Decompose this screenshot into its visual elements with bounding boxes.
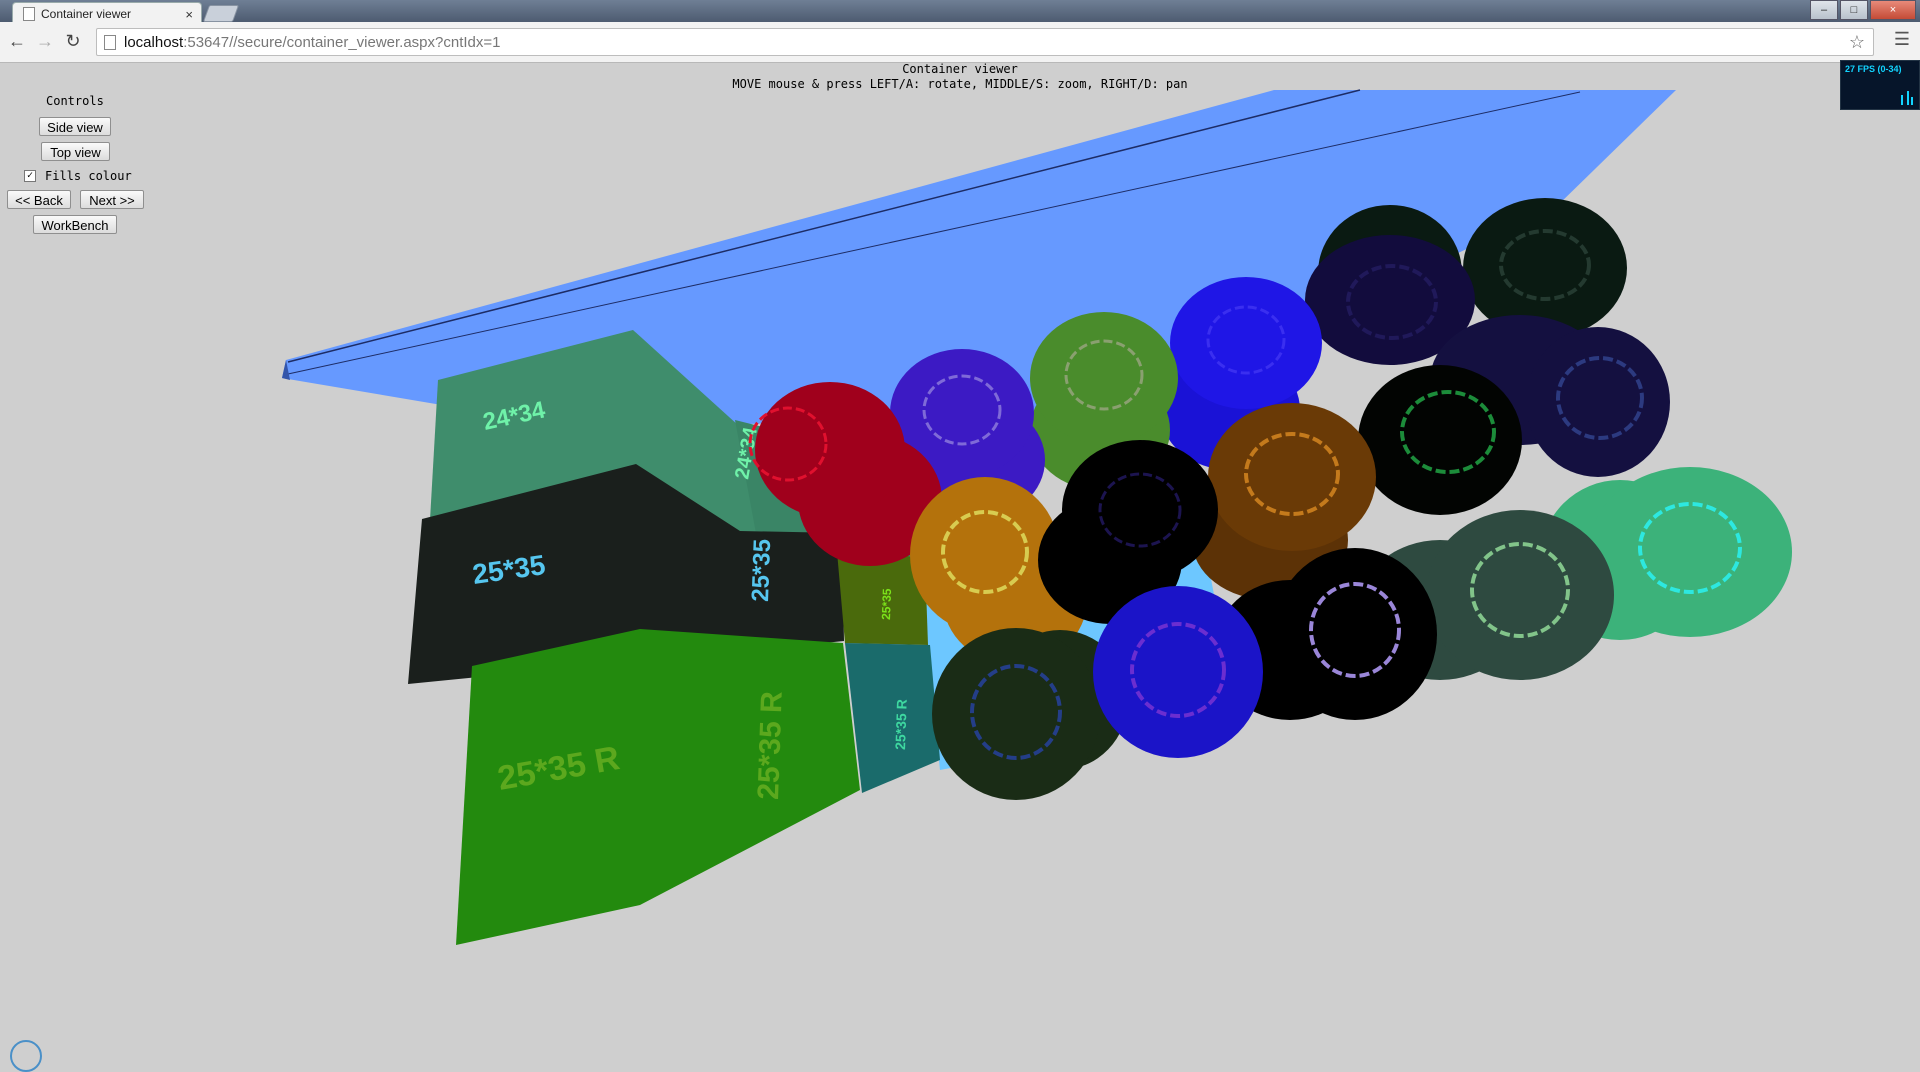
tab-close-icon[interactable]: ×: [185, 7, 193, 22]
url-host: localhost: [124, 33, 184, 51]
fps-meter: 27 FPS (0-34): [1840, 60, 1920, 110]
box-side-label: 25*35: [747, 539, 776, 603]
window-controls: – □ ×: [1808, 0, 1916, 20]
forward-arrow-icon[interactable]: →: [34, 31, 56, 52]
browser-titlebar: Container viewer × – □ ×: [0, 0, 1920, 25]
small-box-label: 25*35 R: [892, 699, 910, 750]
small-box-label: 25*35: [879, 588, 894, 620]
roll-royalblue-front[interactable]: [1093, 586, 1263, 758]
page-icon: [104, 34, 116, 50]
fills-colour-checkbox[interactable]: ✓: [24, 170, 36, 182]
container-3d-canvas[interactable]: 24*34 24*34 25*35 25*35 25*35 25*35 R 25…: [0, 62, 1920, 1050]
controls-heading: Controls: [46, 94, 104, 108]
workbench-button[interactable]: WorkBench: [33, 215, 117, 234]
fps-graph: [1901, 91, 1913, 105]
box-side-label: 25*35 R: [752, 690, 789, 800]
minimize-button[interactable]: –: [1810, 0, 1838, 20]
back-button[interactable]: << Back: [7, 190, 71, 209]
browser-toolbar: ← → ↻ localhost:53647//secure/container_…: [0, 22, 1920, 63]
roll-black-mid[interactable]: [1358, 365, 1522, 515]
side-view-button[interactable]: Side view: [39, 117, 111, 136]
maximize-button[interactable]: □: [1840, 0, 1868, 20]
top-view-button[interactable]: Top view: [41, 142, 110, 161]
viewer-instructions: MOVE mouse & press LEFT/A: rotate, MIDDL…: [732, 77, 1188, 91]
fills-colour-label: Fills colour: [45, 169, 132, 183]
next-button[interactable]: Next >>: [80, 190, 144, 209]
page-icon: [23, 7, 35, 21]
viewer-header: Container viewer MOVE mouse & press LEFT…: [0, 62, 1920, 92]
menu-icon[interactable]: ☰: [1894, 29, 1910, 50]
reload-icon[interactable]: ↻: [62, 31, 84, 52]
new-tab-button[interactable]: [202, 5, 240, 22]
bookmark-star-icon[interactable]: ☆: [1849, 32, 1865, 53]
fills-colour-toggle[interactable]: ✓ Fills colour: [24, 169, 132, 183]
tab-title: Container viewer: [41, 7, 132, 21]
close-window-button[interactable]: ×: [1870, 0, 1916, 20]
url-path: :53647//secure/container_viewer.aspx?cnt…: [183, 33, 501, 51]
status-indicator-icon: [10, 1040, 42, 1072]
back-arrow-icon[interactable]: ←: [6, 31, 28, 52]
address-bar[interactable]: localhost:53647//secure/container_viewer…: [96, 28, 1874, 56]
viewer-title: Container viewer: [902, 62, 1018, 76]
